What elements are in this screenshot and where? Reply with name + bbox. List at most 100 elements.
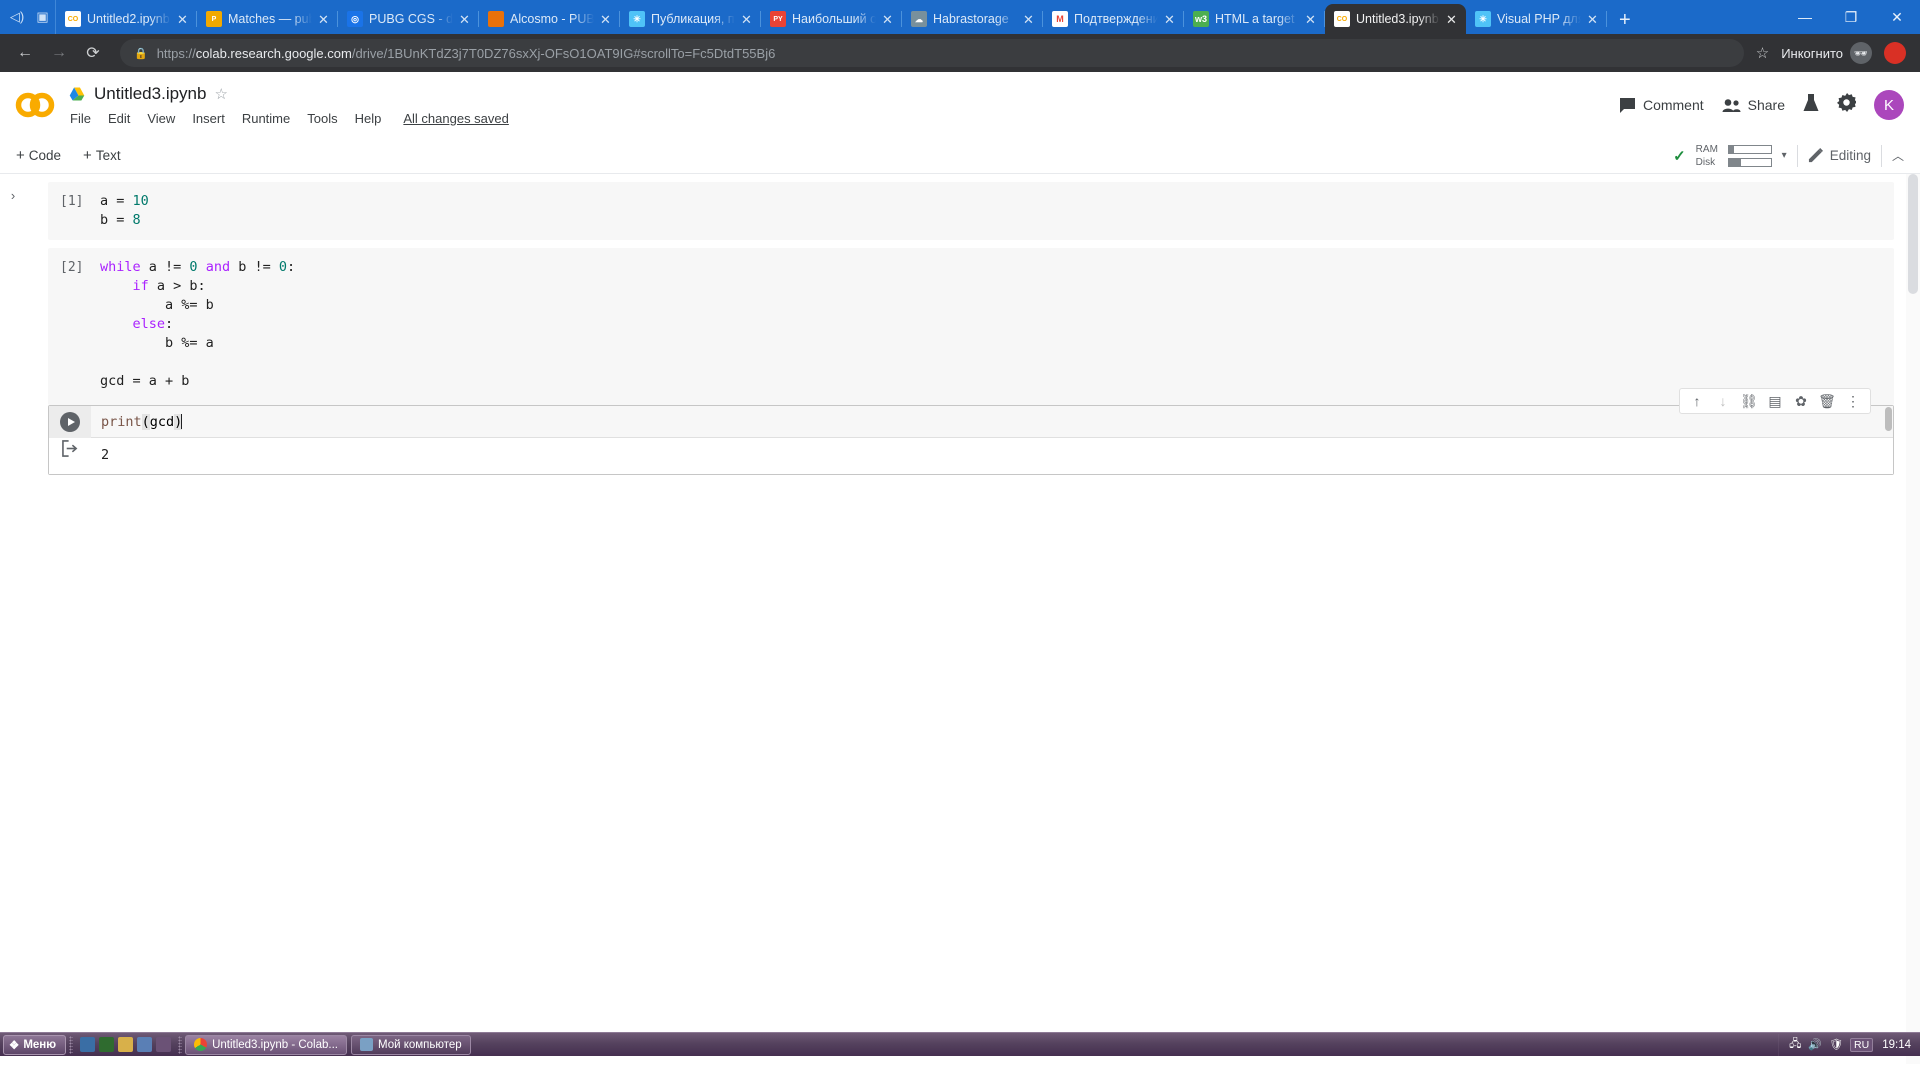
code-cell[interactable]: [1] a = 10 b = 8: [48, 182, 1894, 240]
incognito-indicator[interactable]: Инкогнито 🕶: [1781, 42, 1872, 64]
taskbar-item[interactable]: Мой компьютер: [351, 1034, 471, 1055]
tab-search-icon[interactable]: ▣: [30, 0, 56, 34]
tab-close-icon[interactable]: ✕: [1023, 13, 1037, 26]
browser-tab[interactable]: ✳ Visual PHP для ✕: [1466, 4, 1607, 34]
menu-item-runtime[interactable]: Runtime: [242, 111, 290, 126]
tab-close-icon[interactable]: ✕: [882, 13, 896, 26]
run-gutter: [49, 406, 91, 438]
notebook-title[interactable]: Untitled3.ipynb: [94, 84, 206, 104]
network-icon[interactable]: 🖧: [1789, 1035, 1801, 1054]
collapse-toolbar-icon[interactable]: ︿: [1892, 147, 1904, 164]
close-button[interactable]: ✕: [1874, 0, 1920, 34]
menu-item-help[interactable]: Help: [355, 111, 382, 126]
browser-tab[interactable]: CO Untitled2.ipynb ✕: [56, 4, 197, 34]
browser-tab[interactable]: PY Наибольший о ✕: [761, 4, 902, 34]
code-token-print: print: [101, 413, 142, 430]
code-token: while: [100, 259, 141, 275]
taskbar-item[interactable]: Untitled3.ipynb - Colab...: [185, 1034, 347, 1055]
start-button[interactable]: ❖ Меню: [3, 1034, 67, 1055]
cell-settings-icon[interactable]: ✿: [1789, 389, 1813, 413]
save-status[interactable]: All changes saved: [403, 111, 509, 126]
phone-icon[interactable]: [137, 1037, 153, 1052]
menu-item-tools[interactable]: Tools: [307, 111, 337, 126]
browser-tab[interactable]: ◎ PUBG CGS - db ✕: [338, 4, 479, 34]
ram-bar: [1727, 144, 1772, 154]
tab-close-icon[interactable]: ✕: [459, 13, 473, 26]
code-editor-line[interactable]: print(gcd): [91, 406, 1893, 438]
labs-button[interactable]: [1803, 93, 1819, 118]
resource-usage[interactable]: RAM Disk: [1696, 144, 1772, 168]
tab-close-icon[interactable]: ✕: [1587, 13, 1601, 26]
tab-close-icon[interactable]: ✕: [177, 13, 191, 26]
expand-sidebar-icon[interactable]: ›: [11, 188, 15, 1064]
profile-avatar[interactable]: [1884, 42, 1906, 64]
tab-close-icon[interactable]: ✕: [600, 13, 614, 26]
media-control-icon[interactable]: ◁): [4, 0, 30, 34]
tray-volume-icon[interactable]: 🔊: [1808, 1038, 1822, 1051]
page-scrollbar[interactable]: [1906, 174, 1920, 1064]
taskbar-item-label: Мой компьютер: [378, 1038, 462, 1051]
shield-icon[interactable]: 🛡: [1829, 1038, 1843, 1051]
browser-tab[interactable]: M Подтверждени ✕: [1043, 4, 1184, 34]
tab-close-icon[interactable]: ✕: [741, 13, 755, 26]
back-button[interactable]: ←: [10, 38, 40, 68]
colab-logo-icon[interactable]: [14, 92, 56, 118]
toolbar-grip[interactable]: [178, 1035, 183, 1054]
toolbar-grip[interactable]: [69, 1035, 74, 1054]
comment-button[interactable]: Comment: [1619, 97, 1704, 114]
move-cell-up-icon[interactable]: ↑: [1685, 389, 1709, 413]
notes-icon[interactable]: [80, 1037, 96, 1052]
active-cell-editor-row[interactable]: print(gcd): [49, 406, 1893, 438]
browser-tab[interactable]: w3 HTML a target ✕: [1184, 4, 1325, 34]
alcosmo-icon: [488, 11, 504, 27]
share-button[interactable]: Share: [1722, 97, 1785, 113]
cell-scrollbar[interactable]: [1885, 407, 1892, 431]
drive-icon: [69, 86, 85, 101]
browser-tab[interactable]: CO Untitled3.ipynb ✕: [1325, 4, 1466, 34]
browser-tab[interactable]: ✳ Публикация, п ✕: [620, 4, 761, 34]
run-cell-button[interactable]: [60, 412, 80, 432]
url-input[interactable]: 🔒 https://colab.research.google.com/driv…: [120, 39, 1744, 67]
page-scrollbar-thumb[interactable]: [1908, 174, 1918, 294]
menu-item-file[interactable]: File: [70, 111, 91, 126]
more-options-icon[interactable]: ⋮: [1841, 389, 1865, 413]
move-cell-down-icon[interactable]: ↓: [1711, 389, 1735, 413]
maximize-button[interactable]: ❐: [1828, 0, 1874, 34]
bookmark-star-icon[interactable]: ☆: [1756, 44, 1769, 62]
menu-item-view[interactable]: View: [147, 111, 175, 126]
resource-dropdown-caret-icon[interactable]: ▾: [1782, 150, 1787, 161]
menu-item-insert[interactable]: Insert: [192, 111, 225, 126]
new-tab-button[interactable]: +: [1607, 10, 1643, 34]
editing-mode-button[interactable]: Editing: [1808, 148, 1871, 163]
link-to-cell-icon[interactable]: ⛓: [1737, 389, 1761, 413]
browser-tab[interactable]: Alcosmo - PUB ✕: [479, 4, 620, 34]
reload-button[interactable]: ⟳: [78, 38, 108, 68]
mouse-icon[interactable]: [156, 1037, 172, 1052]
code-token: 10: [132, 193, 149, 209]
user-avatar[interactable]: K: [1874, 90, 1904, 120]
active-code-cell[interactable]: ↑ ↓ ⛓ ▤ ✿ 🗑 ⋮ print(gcd) 2: [48, 388, 1894, 475]
flask-icon: [1803, 93, 1819, 111]
browser-tab[interactable]: ☁ Habrastorage ✕: [902, 4, 1043, 34]
add-code-cell-button[interactable]: + Code: [16, 147, 61, 164]
clock[interactable]: 19:14: [1880, 1039, 1911, 1051]
forward-button[interactable]: →: [44, 38, 74, 68]
tab-close-icon[interactable]: ✕: [1446, 13, 1460, 26]
minimize-button[interactable]: —: [1782, 0, 1828, 34]
browser-tab[interactable]: P Matches — pub ✕: [197, 4, 338, 34]
language-indicator[interactable]: RU: [1850, 1037, 1874, 1052]
tab-close-icon[interactable]: ✕: [1164, 13, 1178, 26]
notebook-toolbar: + Code + Text ✓ RAM Disk ▾ Editing ︿: [0, 138, 1920, 174]
favorite-star-icon[interactable]: ☆: [214, 85, 227, 103]
add-text-cell-button[interactable]: + Text: [83, 147, 121, 164]
tab-close-icon[interactable]: ✕: [318, 13, 332, 26]
settings-button[interactable]: [1837, 93, 1858, 117]
code-cell[interactable]: [2] while a != 0 and b != 0: if a > b: a …: [48, 248, 1894, 405]
monitor-icon[interactable]: [99, 1037, 115, 1052]
code-line: b = 8: [48, 211, 1894, 230]
tab-close-icon[interactable]: ✕: [1305, 13, 1319, 26]
menu-item-edit[interactable]: Edit: [108, 111, 130, 126]
add-comment-icon[interactable]: ▤: [1763, 389, 1787, 413]
delete-cell-icon[interactable]: 🗑: [1815, 389, 1839, 413]
volume-icon[interactable]: [118, 1037, 134, 1052]
